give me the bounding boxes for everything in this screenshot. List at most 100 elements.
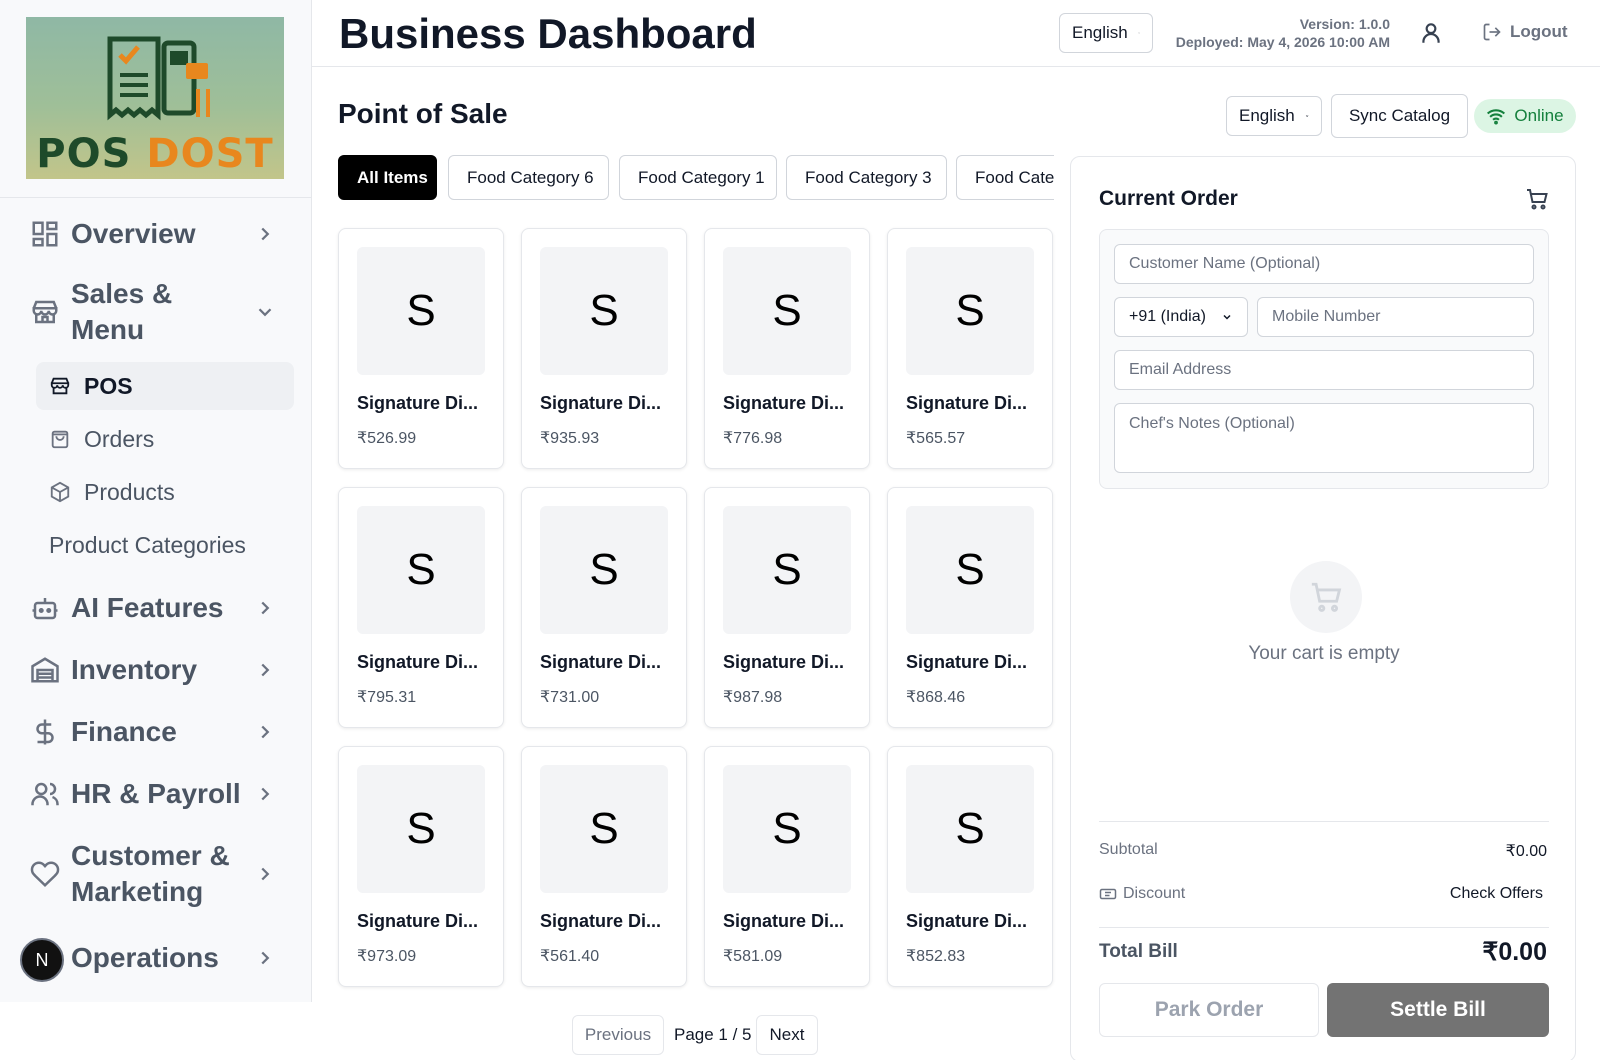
chefs-notes-field[interactable]: Chef's Notes (Optional)	[1114, 403, 1534, 473]
product-card[interactable]: S Signature Di... ₹852.83	[887, 746, 1053, 987]
product-card[interactable]: S Signature Di... ₹561.40	[521, 746, 687, 987]
product-card[interactable]: S Signature Di... ₹868.46	[887, 487, 1053, 728]
category-tabs: All Items Food Category 6 Food Category …	[338, 155, 1054, 201]
logo-word-pos: POS	[36, 131, 132, 177]
product-name: Signature Di...	[723, 652, 845, 672]
online-status-badge: Online	[1474, 99, 1576, 133]
product-card[interactable]: S Signature Di... ₹935.93	[521, 228, 687, 469]
product-price: ₹935.93	[540, 430, 600, 447]
product-card[interactable]: S Signature Di... ₹987.98	[704, 487, 870, 728]
product-card[interactable]: S Signature Di... ₹795.31	[338, 487, 504, 728]
nav-inventory-label: Inventory	[71, 654, 198, 685]
sidebar-item-orders[interactable]: Orders	[36, 415, 294, 463]
product-thumbnail: S	[723, 506, 851, 634]
logout-label: Logout	[1510, 22, 1568, 41]
deployed-text: Deployed: May 4, 2026 10:00 AM	[1175, 34, 1390, 50]
sidebar-item-product-categories-label: Product Categories	[49, 531, 246, 558]
cart-icon	[1311, 582, 1342, 612]
logo-word-dost: DOST	[146, 131, 274, 177]
product-card[interactable]: S Signature Di... ₹731.00	[521, 487, 687, 728]
order-title: Current Order	[1099, 187, 1238, 210]
logout-icon	[1483, 23, 1501, 41]
chevron-right-icon	[261, 601, 270, 615]
sidebar-item-product-categories[interactable]: Product Categories	[36, 521, 294, 569]
check-offers-button[interactable]: Check Offers	[1450, 885, 1543, 903]
store-icon	[32, 300, 58, 324]
empty-cart-text: Your cart is empty	[1248, 643, 1400, 664]
next-page-button[interactable]: Next	[756, 1015, 818, 1055]
nav-finance[interactable]: Finance	[0, 712, 312, 752]
tab-food-category-3[interactable]: Food Category 3	[786, 155, 947, 200]
park-order-button[interactable]: Park Order	[1099, 983, 1319, 1037]
avatar[interactable]: N	[20, 938, 64, 982]
chevron-right-icon	[261, 227, 270, 241]
tab-food-category-2[interactable]: Food Category 2	[956, 155, 1054, 200]
shopping-bag-icon	[51, 430, 69, 449]
top-header: Business Dashboard English Version: 1.0.…	[312, 0, 1600, 67]
subtotal-value: ₹0.00	[1505, 843, 1547, 860]
product-card[interactable]: S Signature Di... ₹526.99	[338, 228, 504, 469]
logout-button[interactable]: Logout	[1482, 22, 1568, 42]
header-language-select[interactable]: English	[1059, 13, 1153, 53]
chevron-down-icon	[1138, 32, 1140, 34]
mobile-number-field[interactable]: Mobile Number	[1257, 297, 1534, 337]
tab-all-items[interactable]: All Items	[338, 155, 437, 200]
logo-area: POS DOST	[0, 0, 311, 198]
nav-hr-payroll[interactable]: HR & Payroll	[0, 774, 312, 814]
previous-page-button[interactable]: Previous	[572, 1015, 664, 1055]
page-title: Business Dashboard	[339, 10, 757, 57]
pos-language-value: English	[1239, 106, 1295, 125]
chevron-down-icon	[1305, 115, 1309, 117]
tab-food-category-1[interactable]: Food Category 1	[619, 155, 777, 200]
ticket-icon	[1099, 888, 1117, 900]
cart-icon[interactable]	[1525, 187, 1549, 211]
version-info: Version: 1.0.0 Deployed: May 4, 2026 10:…	[1176, 15, 1390, 51]
nav-operations-label: Operations	[71, 942, 219, 973]
header-language-value: English	[1072, 23, 1128, 42]
product-card[interactable]: S Signature Di... ₹581.09	[704, 746, 870, 987]
dollar-icon	[36, 719, 54, 745]
user-icon[interactable]	[1418, 20, 1444, 46]
product-card[interactable]: S Signature Di... ₹776.98	[704, 228, 870, 469]
product-name: Signature Di...	[357, 911, 479, 931]
product-price: ₹731.00	[540, 689, 600, 706]
product-thumbnail: S	[906, 506, 1034, 634]
product-thumbnail: S	[906, 765, 1034, 893]
nav-customer-marketing[interactable]: Customer & Marketing	[0, 838, 312, 910]
nav-sales-menu-label: Sales & Menu	[71, 278, 173, 345]
sidebar-item-products[interactable]: Products	[36, 468, 294, 516]
settle-bill-button[interactable]: Settle Bill	[1327, 983, 1549, 1037]
product-thumbnail: S	[357, 247, 485, 375]
pos-dost-logo[interactable]: POS DOST	[26, 17, 284, 179]
chevron-down-icon	[258, 308, 272, 317]
nav-sales-menu[interactable]: Sales & Menu	[0, 276, 312, 348]
section-title: Point of Sale	[338, 98, 508, 129]
product-name: Signature Di...	[723, 911, 845, 931]
online-status-text: Online	[1514, 106, 1564, 125]
users-icon	[31, 782, 59, 806]
country-code-select[interactable]: +91 (India)	[1114, 297, 1248, 337]
product-name: Signature Di...	[540, 393, 662, 413]
product-price: ₹973.09	[357, 948, 417, 965]
nav-inventory[interactable]: Inventory	[0, 650, 312, 690]
nav-ai-features[interactable]: AI Features	[0, 588, 312, 628]
pos-language-select[interactable]: English	[1226, 96, 1322, 136]
product-thumbnail: S	[540, 506, 668, 634]
nav-overview[interactable]: Overview	[0, 214, 312, 254]
product-thumbnail: S	[540, 247, 668, 375]
email-field[interactable]: Email Address	[1114, 350, 1534, 390]
customer-name-field[interactable]: Customer Name (Optional)	[1114, 244, 1534, 284]
sync-catalog-button[interactable]: Sync Catalog	[1331, 94, 1468, 138]
robot-icon	[32, 598, 58, 620]
tab-food-category-6[interactable]: Food Category 6	[448, 155, 609, 200]
product-name: Signature Di...	[906, 393, 1028, 413]
product-thumbnail: S	[540, 765, 668, 893]
product-card[interactable]: S Signature Di... ₹973.09	[338, 746, 504, 987]
product-thumbnail: S	[906, 247, 1034, 375]
product-card[interactable]: S Signature Di... ₹565.57	[887, 228, 1053, 469]
product-name: Signature Di...	[540, 652, 662, 672]
receipt-terminal-icon	[107, 36, 210, 121]
product-price: ₹526.99	[357, 430, 417, 447]
sidebar-item-pos[interactable]: POS	[36, 362, 294, 410]
product-thumbnail: S	[723, 247, 851, 375]
